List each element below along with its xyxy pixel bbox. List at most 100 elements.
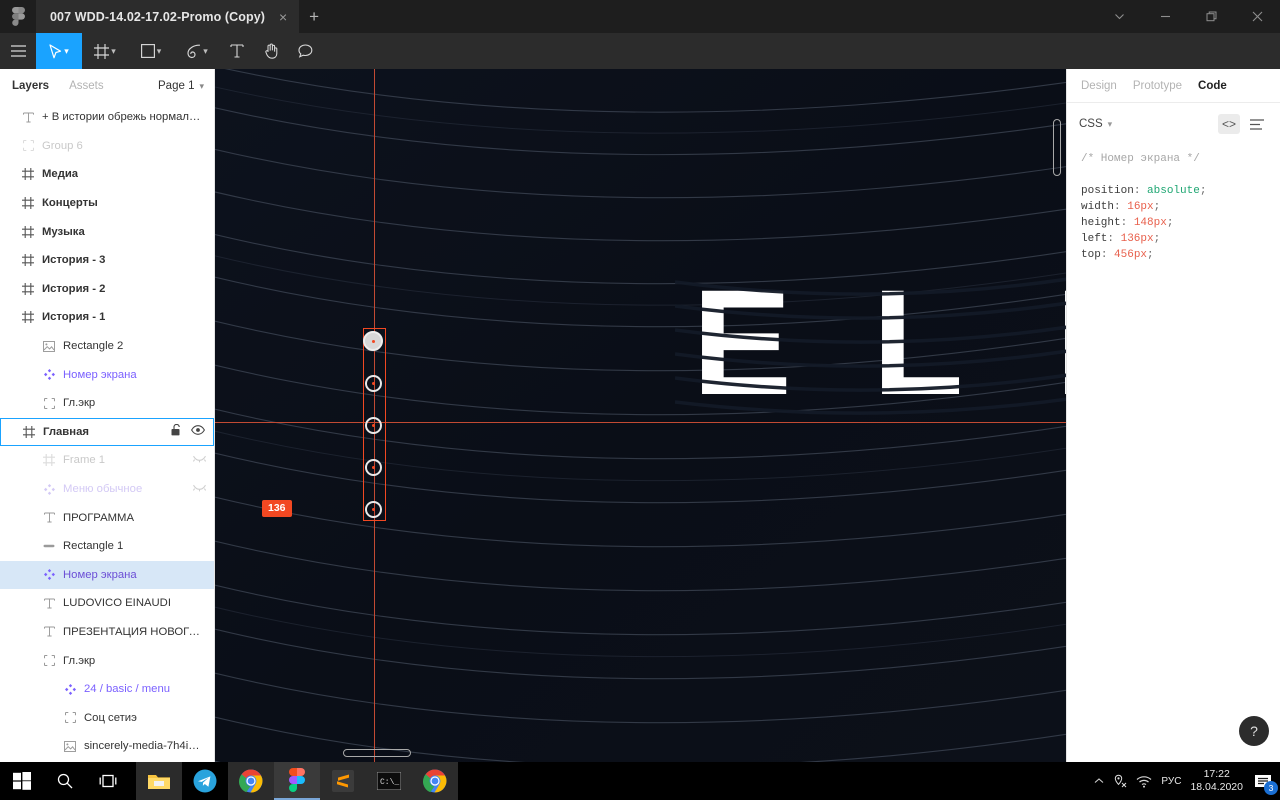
clock-time: 17:22 — [1203, 768, 1230, 780]
tab-design[interactable]: Design — [1081, 80, 1117, 92]
code-language-selector[interactable]: CSS ▾ — [1079, 118, 1112, 130]
list-lines-icon[interactable] — [1246, 114, 1268, 134]
tab-assets[interactable]: Assets — [69, 80, 104, 92]
help-button[interactable]: ? — [1239, 716, 1269, 746]
location-off-icon[interactable] — [1113, 774, 1127, 788]
text-layer-icon — [41, 624, 57, 640]
task-view-icon[interactable] — [86, 762, 130, 800]
move-tool[interactable]: ▾ — [36, 33, 82, 69]
title-bar: 007 WDD-14.02-17.02-Promo (Copy) × + — [0, 0, 1280, 33]
hamburger-menu-icon[interactable] — [0, 33, 36, 69]
layer-row-5[interactable]: История - 3 — [0, 246, 214, 275]
canvas-horizontal-scrollbar[interactable] — [343, 749, 411, 757]
code-property: top — [1081, 249, 1101, 261]
chrome-icon[interactable] — [228, 762, 274, 800]
frame-icon — [20, 195, 36, 211]
layer-row-18[interactable]: ПРЕЗЕНТАЦИЯ НОВОГО АЛЬ... — [0, 618, 214, 647]
command-prompt-icon[interactable]: C:\_ — [366, 762, 412, 800]
layer-row-2[interactable]: Медиа — [0, 160, 214, 189]
layer-row-17[interactable]: LUDOVICO EINAUDI — [0, 589, 214, 618]
frame-tool[interactable]: ▾ — [82, 33, 128, 69]
layer-row-0[interactable]: + В истории обрежь нормально к... — [0, 103, 214, 132]
group-icon — [41, 395, 57, 411]
layer-row-6[interactable]: История - 2 — [0, 275, 214, 304]
layer-name-label: Гл.экр — [63, 397, 96, 410]
system-tray: РУС 17:22 18.04.2020 3 — [1094, 762, 1280, 800]
page-selector[interactable]: Page 1 ▾ — [158, 69, 204, 103]
document-tab[interactable]: 007 WDD-14.02-17.02-Promo (Copy) × — [36, 0, 300, 33]
wifi-icon[interactable] — [1136, 775, 1152, 788]
figma-app-window: 007 WDD-14.02-17.02-Promo (Copy) × + ▾ ▾… — [0, 0, 1280, 800]
hand-tool[interactable] — [254, 33, 288, 69]
windows-start-icon[interactable] — [0, 762, 44, 800]
screen-number-dot-4[interactable] — [365, 459, 382, 476]
eye-icon[interactable] — [190, 425, 206, 438]
chrome-icon-2[interactable] — [412, 762, 458, 800]
canvas-vertical-scrollbar[interactable] — [1053, 119, 1061, 176]
tab-layers[interactable]: Layers — [12, 80, 49, 92]
layer-row-1[interactable]: Group 6 — [0, 132, 214, 161]
shape-tool[interactable]: ▾ — [128, 33, 174, 69]
pen-tool[interactable]: ▾ — [174, 33, 220, 69]
code-value: 136px — [1120, 233, 1154, 245]
language-indicator[interactable]: РУС — [1161, 776, 1181, 787]
layer-row-13[interactable]: Меню обычное — [0, 475, 214, 504]
screen-number-dot-5[interactable] — [365, 501, 382, 518]
unlock-icon[interactable] — [171, 424, 181, 439]
screen-number-dot-active[interactable] — [363, 331, 383, 351]
layer-row-7[interactable]: История - 1 — [0, 303, 214, 332]
code-brackets-icon[interactable]: <> — [1218, 114, 1240, 134]
chevron-down-icon[interactable]: ▾ — [111, 46, 116, 56]
layer-name-label: Меню обычное — [63, 483, 143, 496]
layer-row-22[interactable]: sincerely-media-7h4iGn4... — [0, 732, 214, 761]
dot-center-marker — [372, 508, 375, 511]
layer-row-21[interactable]: Соц сетиэ — [0, 703, 214, 732]
tab-code[interactable]: Code — [1198, 80, 1227, 92]
chevron-down-icon[interactable] — [1096, 0, 1142, 33]
layer-row-16[interactable]: Номер экрана — [0, 560, 214, 590]
chevron-down-icon[interactable]: ▾ — [157, 46, 162, 56]
design-canvas[interactable]: E L I 136 — [215, 69, 1066, 762]
new-tab-button[interactable]: + — [299, 0, 329, 33]
layer-row-15[interactable]: Rectangle 1 — [0, 532, 214, 561]
layer-row-20[interactable]: 24 / basic / menu — [0, 675, 214, 704]
layer-row-3[interactable]: Концерты — [0, 189, 214, 218]
chevron-down-icon[interactable]: ▾ — [64, 46, 69, 56]
layer-tree[interactable]: + В истории обрежь нормально к... Group 6… — [0, 103, 214, 762]
layer-row-19[interactable]: Гл.экр — [0, 646, 214, 675]
component-instance-icon — [41, 567, 57, 583]
sublime-text-icon[interactable] — [320, 762, 366, 800]
window-close-icon[interactable] — [1234, 0, 1280, 33]
chevron-up-icon[interactable] — [1094, 777, 1104, 785]
layer-row-14[interactable]: ПРОГРАММА — [0, 503, 214, 532]
screen-number-dot-3[interactable] — [365, 417, 382, 434]
layer-row-12[interactable]: Frame 1 — [0, 446, 214, 475]
chevron-down-icon[interactable]: ▾ — [203, 46, 208, 56]
css-code-block[interactable]: /* Номер экрана */ position: absolute; wi… — [1067, 145, 1280, 263]
eye-closed-icon[interactable] — [192, 483, 207, 495]
notification-icon[interactable]: 3 — [1252, 770, 1278, 795]
layer-row-11[interactable]: Главная — [0, 417, 214, 447]
close-icon[interactable]: × — [275, 9, 291, 25]
search-icon[interactable] — [44, 762, 86, 800]
comment-tool[interactable] — [288, 33, 322, 69]
layer-row-10[interactable]: Гл.экр — [0, 389, 214, 418]
restore-icon[interactable] — [1188, 0, 1234, 33]
text-tool[interactable] — [220, 33, 254, 69]
minimize-icon[interactable] — [1142, 0, 1188, 33]
eye-closed-icon[interactable] — [192, 454, 207, 466]
screen-number-dot-2[interactable] — [365, 375, 382, 392]
layer-row-4[interactable]: Музыка — [0, 217, 214, 246]
document-tab-title: 007 WDD-14.02-17.02-Promo (Copy) — [50, 9, 266, 24]
file-explorer-icon[interactable] — [136, 762, 182, 800]
clock[interactable]: 17:22 18.04.2020 — [1190, 768, 1243, 794]
figma-icon[interactable] — [274, 762, 320, 800]
telegram-icon[interactable] — [182, 762, 228, 800]
tab-prototype[interactable]: Prototype — [1133, 80, 1182, 92]
layer-row-9[interactable]: Номер экрана — [0, 360, 214, 389]
component-instance-icon — [41, 481, 57, 497]
layer-row-actions — [192, 483, 207, 495]
dot-center-marker — [372, 382, 375, 385]
code-property: left — [1081, 233, 1108, 245]
layer-row-8[interactable]: Rectangle 2 — [0, 332, 214, 361]
